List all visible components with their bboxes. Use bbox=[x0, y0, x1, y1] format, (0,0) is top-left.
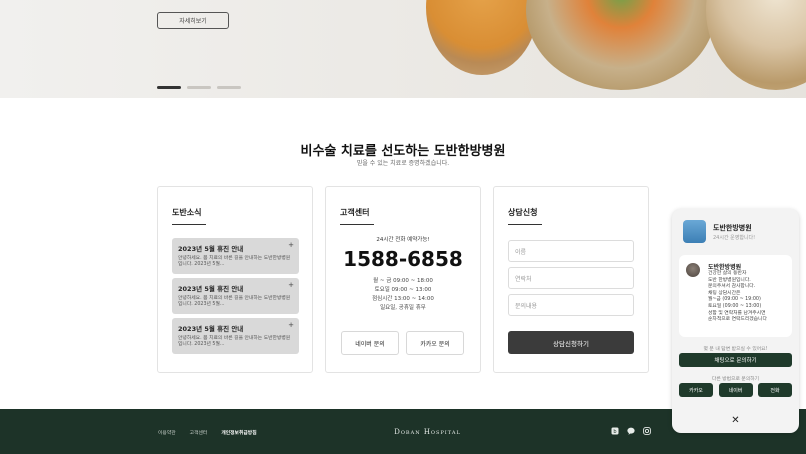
instagram-icon[interactable] bbox=[643, 427, 651, 435]
slide-indicators bbox=[157, 86, 241, 89]
hours-lunch: 점심시간 13:00 ~ 14:00 bbox=[372, 296, 434, 303]
chat-widget: 도반한방병원 24시간 운영합니다! 도반한방병원 건강한 삶의 동반자 도반 … bbox=[672, 209, 799, 433]
chat-sender-name: 도반한방병원 bbox=[708, 264, 742, 271]
plus-icon[interactable]: + bbox=[288, 321, 294, 329]
slide-indicator-2[interactable] bbox=[187, 86, 211, 89]
hospital-logo-icon bbox=[683, 220, 706, 243]
other-methods-buttons: 카카오 네이버 전화 bbox=[679, 383, 792, 397]
footer-social-icons: b bbox=[611, 427, 651, 435]
reservation-note: 24시간 전화 예약가능! bbox=[376, 237, 430, 243]
news-item[interactable]: 2023년 5월 휴진 안내 안녕하세요. 몸 치료의 바른 길을 안내하는 도… bbox=[172, 318, 299, 354]
chat-header-name: 도반한방병원 bbox=[713, 224, 752, 232]
kakao-inquiry-button[interactable]: 카카오 문의 bbox=[406, 331, 464, 355]
news-item-body: 안녕하세요. 몸 치료의 바른 길을 안내하는 도반한방병원 입니다. 2023… bbox=[178, 336, 291, 348]
bibimbap-bowl-image bbox=[526, 0, 716, 90]
chat-phone-button[interactable]: 전화 bbox=[758, 383, 792, 397]
hours-weekday: 월 ~ 금 09:00 ~ 18:00 bbox=[373, 278, 433, 284]
section-subtitle: 믿을 수 있는 치료로 증명하겠습니다. bbox=[356, 160, 450, 167]
hero-banner: 자세히보기 bbox=[0, 0, 806, 98]
plus-icon[interactable]: + bbox=[288, 241, 294, 249]
inquiry-input[interactable]: 문의내용 bbox=[508, 294, 634, 316]
plus-icon[interactable]: + bbox=[288, 281, 294, 289]
hero-detail-button[interactable]: 자세히보기 bbox=[157, 12, 229, 29]
chat-message-text: 건강한 삶의 동반자 도반 한방병원입니다. 문의주셔서 감사합니다. 채팅 상… bbox=[708, 271, 767, 323]
page: 자세히보기 비수술 치료를 선도하는 도반한방병원 믿을 수 있는 치료로 증명… bbox=[0, 0, 806, 454]
news-item-body: 안녕하세요. 몸 치료의 바른 길을 안내하는 도반한방병원 입니다. 2023… bbox=[178, 256, 291, 268]
news-item-title: 2023년 5월 휴진 안내 bbox=[178, 245, 244, 253]
slide-indicator-3[interactable] bbox=[217, 86, 241, 89]
consult-submit-button[interactable]: 상담신청하기 bbox=[508, 331, 634, 354]
chat-inquiry-button[interactable]: 채팅으로 문의하기 bbox=[679, 353, 792, 367]
news-item[interactable]: 2023년 5월 휴진 안내 안녕하세요. 몸 치료의 바른 길을 안내하는 도… bbox=[172, 238, 299, 274]
divider bbox=[172, 224, 206, 225]
chat-naver-button[interactable]: 네이버 bbox=[718, 383, 753, 397]
chat-message-bubble: 도반한방병원 건강한 삶의 동반자 도반 한방병원입니다. 문의주셔서 감사합니… bbox=[679, 255, 792, 337]
business-hours: 월 ~ 금 09:00 ~ 18:00 토요일 09:00 ~ 13:00 점심… bbox=[326, 277, 480, 313]
close-icon[interactable]: ✕ bbox=[728, 413, 743, 428]
other-methods-label: 다른 방법으로 문의하기 bbox=[711, 377, 760, 382]
news-item-body: 안녕하세요. 몸 치료의 바른 길을 안내하는 도반한방병원 입니다. 2023… bbox=[178, 296, 291, 308]
avatar bbox=[686, 263, 700, 277]
consult-title: 상담신청 bbox=[508, 208, 538, 217]
slide-indicator-1[interactable] bbox=[157, 86, 181, 89]
chat-kakao-button[interactable]: 카카오 bbox=[679, 383, 713, 397]
customer-center-title: 고객센터 bbox=[340, 208, 370, 217]
divider bbox=[340, 224, 374, 225]
chat-header-status: 24시간 운영합니다! bbox=[713, 235, 756, 241]
phone-input[interactable]: 연락처 bbox=[508, 267, 634, 289]
chat-icon[interactable] bbox=[627, 427, 635, 435]
soup-bowl-image bbox=[426, 0, 538, 75]
chat-response-hint: 몇 분 내 답변 받으실 수 있어요! bbox=[703, 347, 768, 352]
hours-saturday: 토요일 09:00 ~ 13:00 bbox=[374, 287, 432, 294]
phone-number[interactable]: 1588-6858 bbox=[326, 247, 480, 271]
news-item[interactable]: 2023년 5월 휴진 안내 안녕하세요. 몸 치료의 바른 길을 안내하는 도… bbox=[172, 278, 299, 314]
hours-holiday: 일요일, 공휴일 휴무 bbox=[380, 305, 426, 312]
svg-text:b: b bbox=[613, 429, 616, 435]
noodle-bowl-image bbox=[706, 0, 806, 90]
divider bbox=[508, 224, 542, 225]
news-title: 도반소식 bbox=[172, 208, 202, 217]
section-title: 비수술 치료를 선도하는 도반한방병원 bbox=[300, 144, 506, 159]
name-input[interactable]: 이름 bbox=[508, 240, 634, 262]
customer-center-card: 고객센터 24시간 전화 예약가능! 1588-6858 월 ~ 금 09:00… bbox=[325, 186, 481, 373]
news-item-title: 2023년 5월 휴진 안내 bbox=[178, 285, 244, 293]
news-card: 도반소식 2023년 5월 휴진 안내 안녕하세요. 몸 치료의 바른 길을 안… bbox=[157, 186, 313, 373]
news-item-title: 2023년 5월 휴진 안내 bbox=[178, 325, 244, 333]
blog-icon[interactable]: b bbox=[611, 427, 619, 435]
consult-card: 상담신청 이름 연락처 문의내용 상담신청하기 bbox=[493, 186, 649, 373]
naver-inquiry-button[interactable]: 네이버 문의 bbox=[341, 331, 399, 355]
